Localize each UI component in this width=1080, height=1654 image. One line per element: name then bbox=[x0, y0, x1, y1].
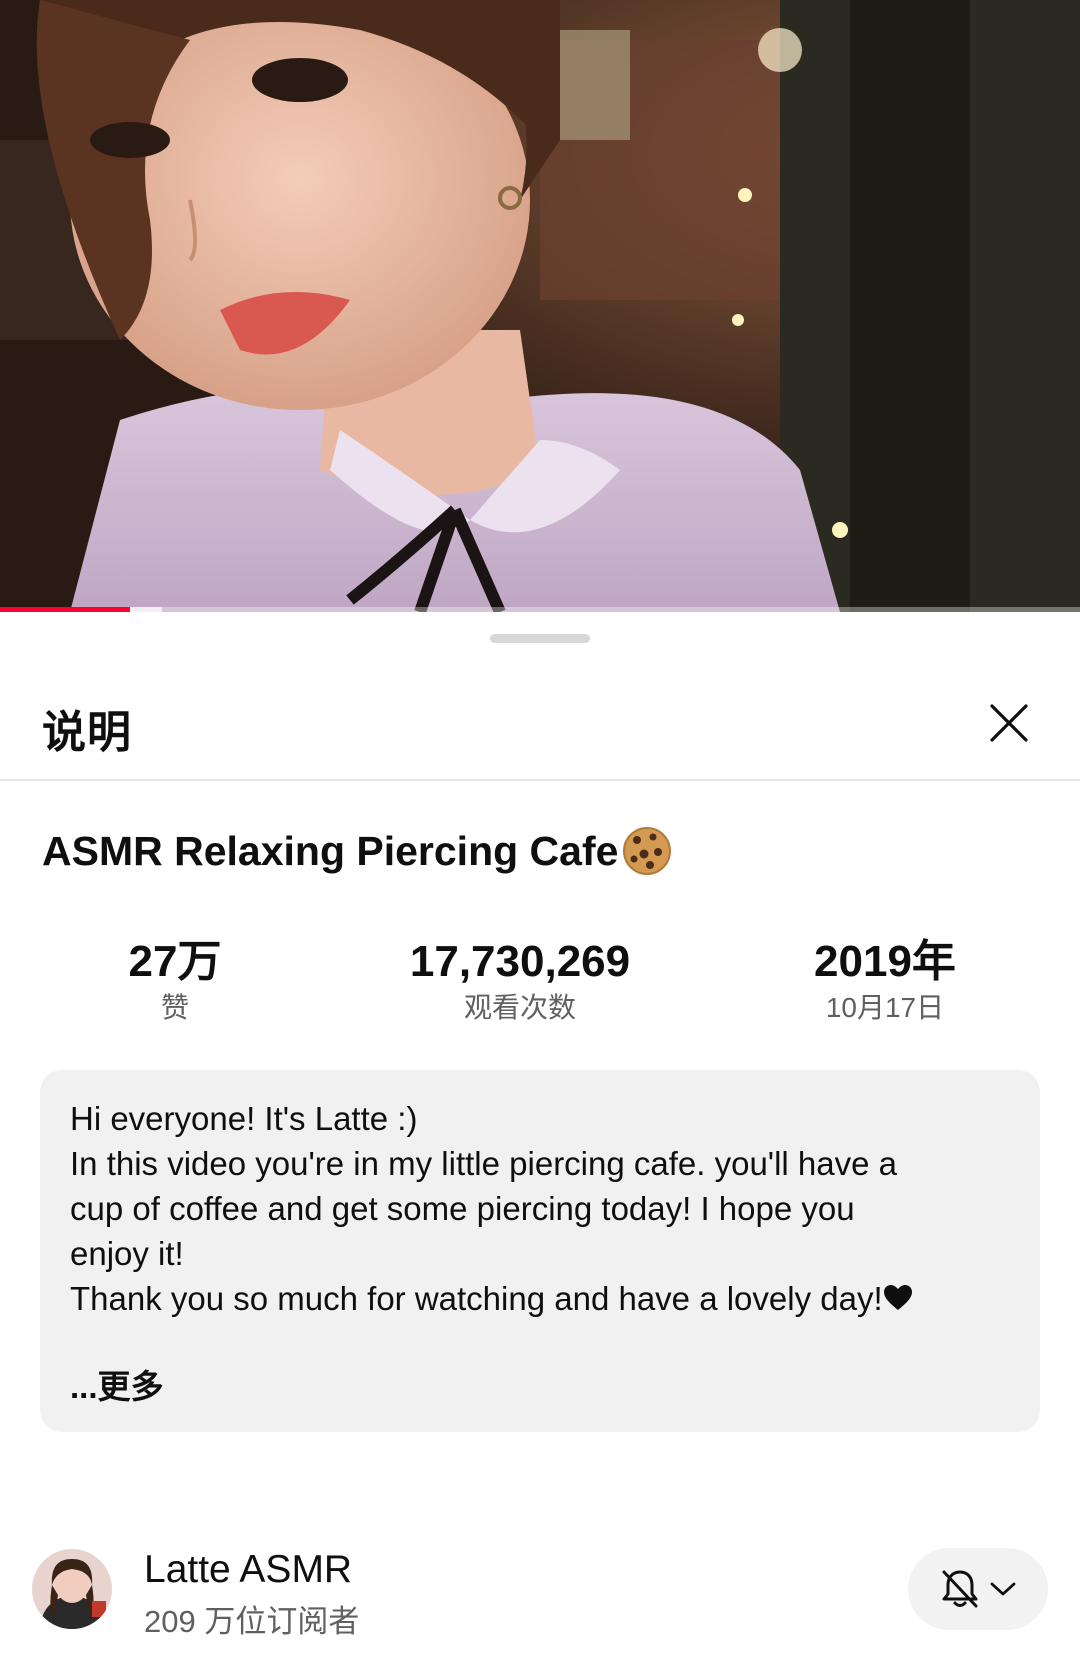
description-line: cup of coffee and get some piercing toda… bbox=[70, 1190, 855, 1227]
likes-stat: 27万 赞 bbox=[95, 934, 255, 1028]
cookie-icon bbox=[623, 827, 672, 875]
description-line-text: Thank you so much for watching and have … bbox=[70, 1280, 883, 1317]
notification-settings-button[interactable] bbox=[908, 1548, 1048, 1630]
description-line: Hi everyone! It's Latte :) bbox=[70, 1100, 418, 1137]
views-stat: 17,730,269 观看次数 bbox=[380, 934, 660, 1028]
video-title: ASMR Relaxing Piercing Cafe bbox=[42, 826, 672, 876]
chevron-down-icon bbox=[990, 1582, 1016, 1596]
sheet-title: 说明 bbox=[42, 708, 132, 757]
description-line-last: Thank you so much for watching and have … bbox=[70, 1276, 1010, 1321]
likes-count: 27万 bbox=[128, 937, 222, 986]
show-more-link[interactable]: ...更多 bbox=[70, 1360, 164, 1408]
close-icon bbox=[990, 704, 1028, 742]
header-divider bbox=[0, 779, 1080, 781]
close-button[interactable] bbox=[982, 696, 1036, 750]
date-stat: 2019年 10月17日 bbox=[780, 934, 990, 1028]
video-player[interactable] bbox=[0, 0, 1080, 612]
channel-name[interactable]: Latte ASMR bbox=[144, 1548, 352, 1592]
description-box[interactable]: Hi everyone! It's Latte :) In this video… bbox=[40, 1070, 1040, 1432]
bell-off-icon bbox=[942, 1570, 978, 1608]
video-frame bbox=[0, 0, 1080, 612]
channel-avatar[interactable] bbox=[32, 1549, 112, 1629]
description-sheet: 说明 ASMR Relaxing Piercing Cafe 27万 赞 17,… bbox=[0, 612, 1080, 1654]
publish-day: 10月17日 bbox=[825, 992, 945, 1023]
avatar-image bbox=[32, 1549, 112, 1629]
description-line: In this video you're in my little pierci… bbox=[70, 1145, 898, 1182]
views-count: 17,730,269 bbox=[409, 937, 631, 986]
publish-year: 2019年 bbox=[814, 937, 956, 986]
views-label: 观看次数 bbox=[463, 992, 576, 1023]
description-line: enjoy it! bbox=[70, 1235, 184, 1272]
video-title-text: ASMR Relaxing Piercing Cafe bbox=[42, 827, 619, 874]
likes-label: 赞 bbox=[160, 992, 189, 1023]
heart-icon bbox=[883, 1285, 912, 1310]
drag-handle[interactable] bbox=[490, 634, 590, 643]
subscriber-count: 209 万位订阅者 bbox=[144, 1604, 360, 1639]
